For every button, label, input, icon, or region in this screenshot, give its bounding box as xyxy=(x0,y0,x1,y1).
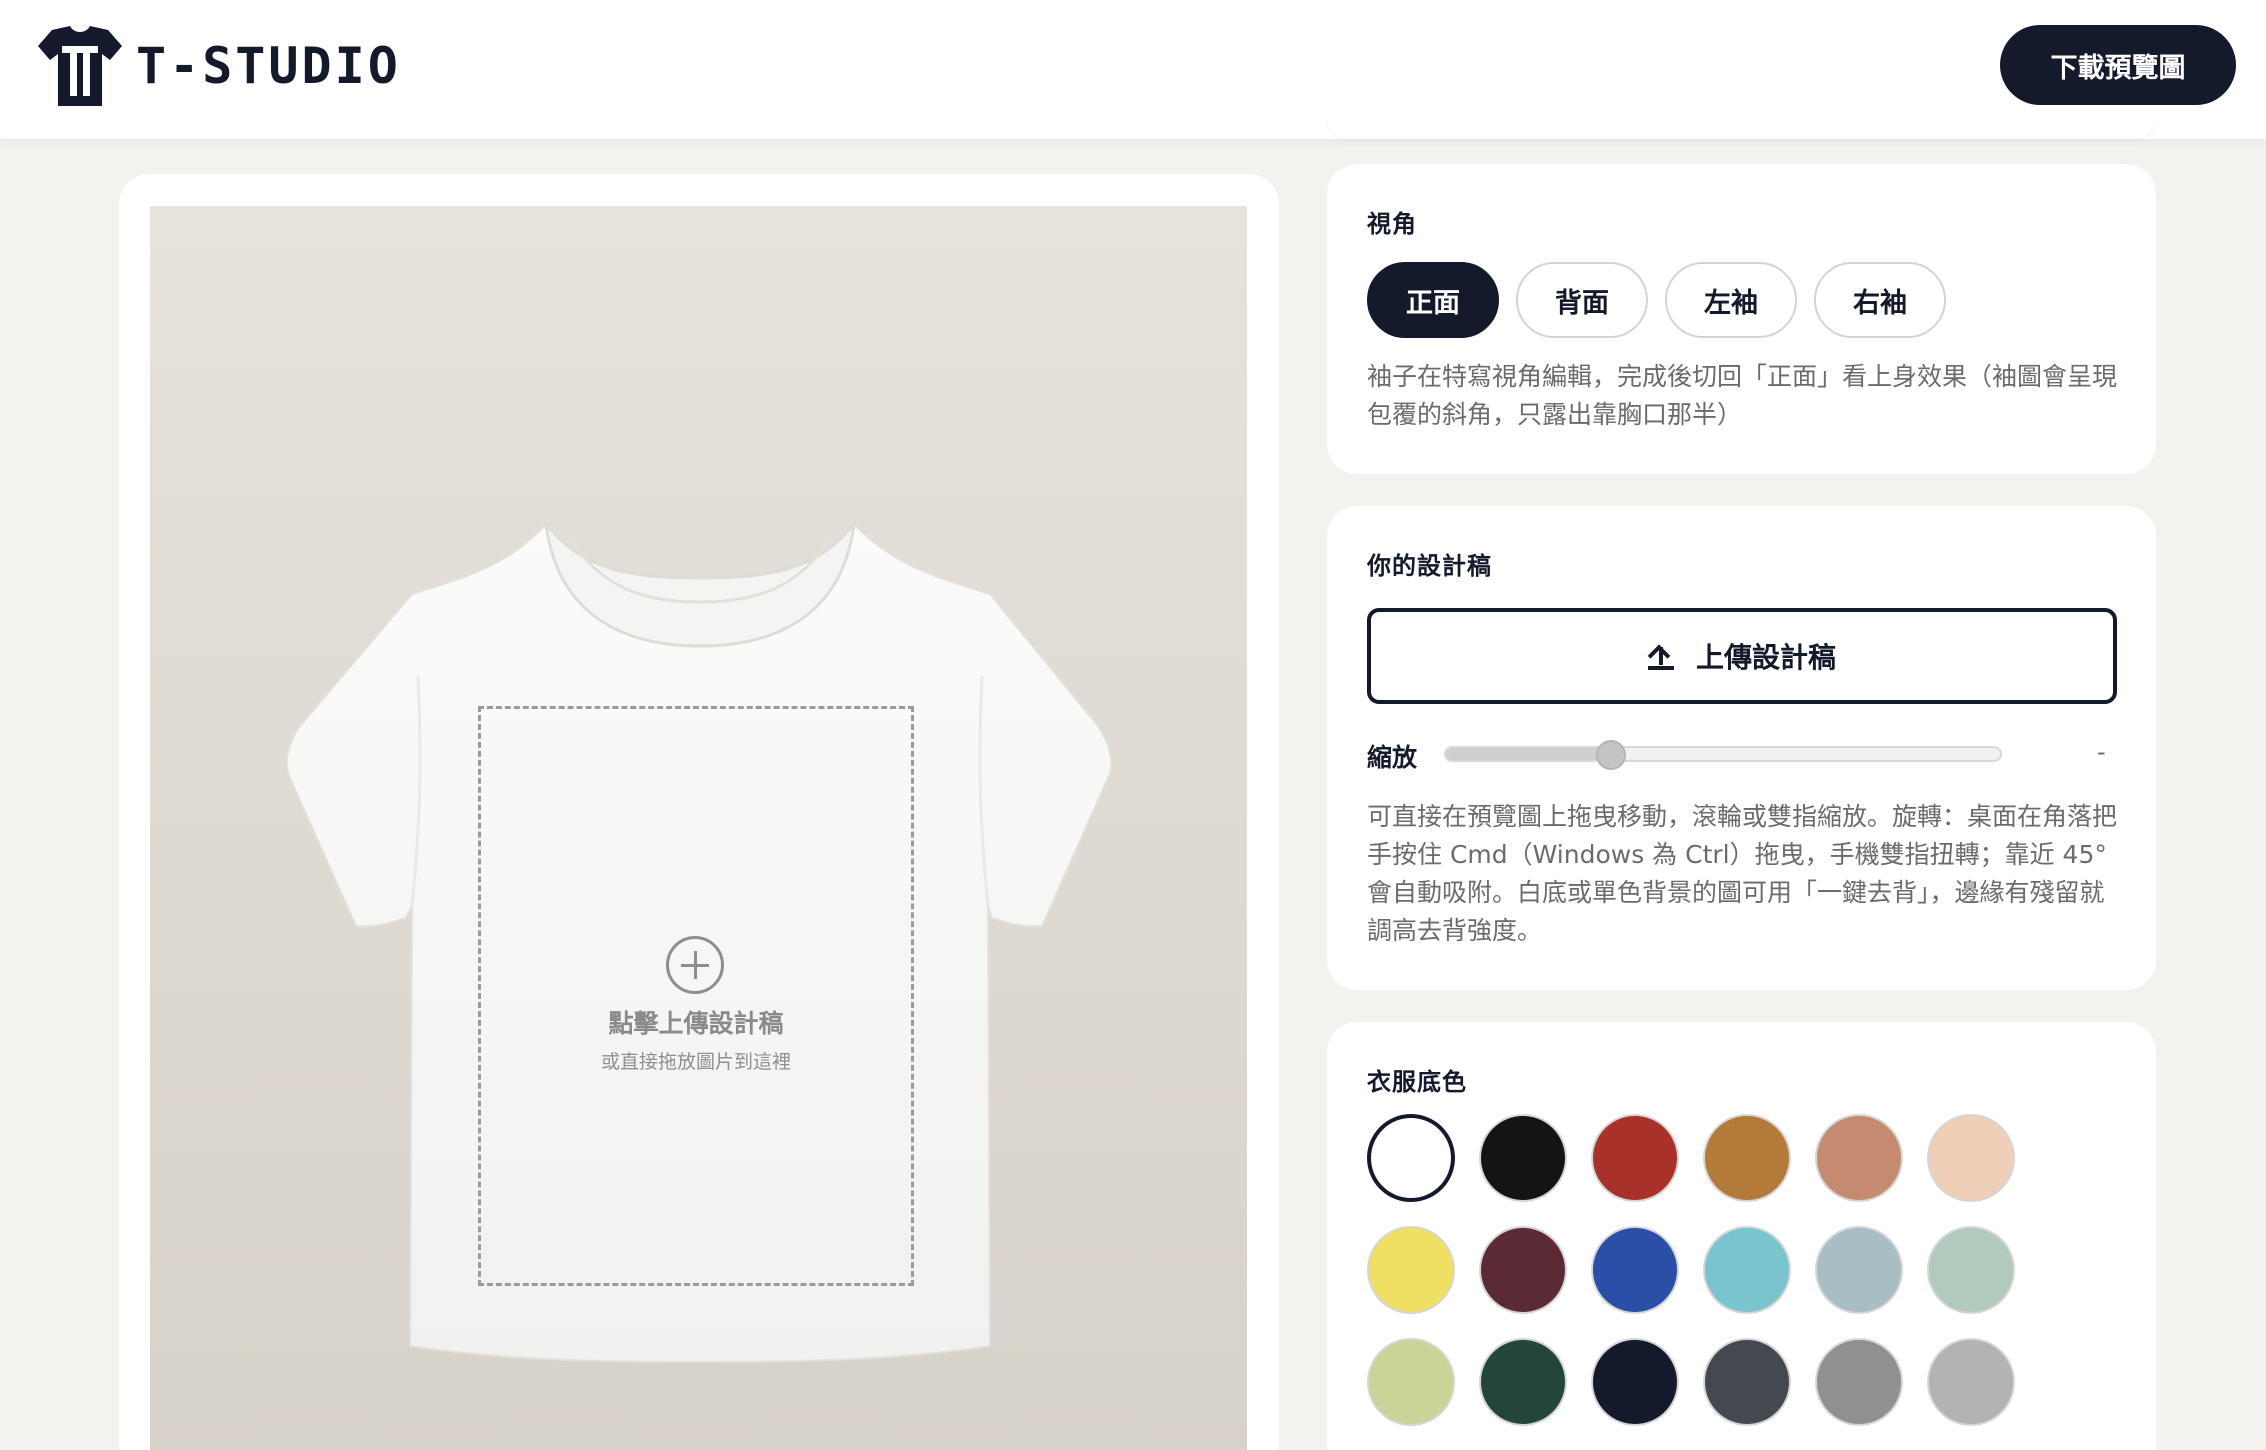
design-hint: 可直接在預覽圖上拖曳移動，滾輪或雙指縮放。旋轉：桌面在角落把手按住 Cmd（Wi… xyxy=(1367,802,2118,945)
view-angle-title: 視角 xyxy=(1367,210,1417,238)
color-swatch[interactable] xyxy=(1591,1226,1679,1314)
tab-right-sleeve[interactable]: 右袖 xyxy=(1814,262,1946,338)
shirt-color-panel: 衣服底色 xyxy=(1327,1022,2156,1450)
zoom-slider-track[interactable] xyxy=(1444,746,2002,762)
download-preview-button[interactable]: 下載預覽圖 xyxy=(2000,25,2236,105)
color-swatch[interactable] xyxy=(1367,1114,1455,1202)
color-swatch[interactable] xyxy=(1815,1226,1903,1314)
design-panel-title: 你的設計稿 xyxy=(1367,552,1492,580)
color-swatch[interactable] xyxy=(1479,1114,1567,1202)
color-swatch[interactable] xyxy=(1367,1226,1455,1314)
color-swatch[interactable] xyxy=(1591,1338,1679,1426)
upload-design-label: 上傳設計稿 xyxy=(1695,641,1836,674)
collapsed-panel-edge xyxy=(1327,118,2156,138)
color-swatch[interactable] xyxy=(1703,1226,1791,1314)
zoom-label: 縮放 xyxy=(1367,743,1418,772)
view-angle-hint: 袖子在特寫視角編輯，完成後切回「正面」看上身效果（袖圖會呈現包覆的斜角，只露出靠… xyxy=(1367,362,2118,429)
drop-zone-title[interactable]: 點擊上傳設計稿 xyxy=(500,1004,892,1040)
color-swatch[interactable] xyxy=(1927,1226,2015,1314)
tab-left-sleeve[interactable]: 左袖 xyxy=(1665,262,1797,338)
color-swatch[interactable] xyxy=(1591,1114,1679,1202)
zoom-value: - xyxy=(2097,738,2106,766)
color-swatch[interactable] xyxy=(1479,1338,1567,1426)
color-swatch[interactable] xyxy=(1479,1226,1567,1314)
zoom-slider-fill xyxy=(1446,748,1614,760)
color-swatch[interactable] xyxy=(1703,1338,1791,1426)
design-panel: 你的設計稿 上傳設計稿 縮放 - 可直接在預覽圖上拖曳移動，滾輪或雙指縮放。旋轉… xyxy=(1327,506,2156,990)
tab-back[interactable]: 背面 xyxy=(1516,262,1648,338)
brand-logo[interactable]: T-STUDIO xyxy=(36,24,401,108)
tab-front[interactable]: 正面 xyxy=(1367,262,1499,338)
color-swatch[interactable] xyxy=(1703,1114,1791,1202)
view-angle-tabs: 正面 背面 左袖 右袖 xyxy=(1367,262,1963,338)
upload-arrow-icon xyxy=(1647,643,1674,670)
design-drop-zone[interactable] xyxy=(478,706,914,1286)
upload-design-button[interactable]: 上傳設計稿 xyxy=(1367,608,2117,704)
color-swatch[interactable] xyxy=(1815,1338,1903,1426)
brand-name: T-STUDIO xyxy=(136,37,401,95)
tshirt-logo-icon xyxy=(38,26,122,106)
zoom-slider-thumb[interactable] xyxy=(1596,740,1627,770)
shirt-color-title: 衣服底色 xyxy=(1367,1068,1467,1096)
color-swatch[interactable] xyxy=(1927,1338,2015,1426)
drop-zone-subtitle: 或直接拖放圖片到這裡 xyxy=(600,1051,791,1073)
color-swatch[interactable] xyxy=(1815,1114,1903,1202)
view-angle-panel: 視角 正面 背面 左袖 右袖 袖子在特寫視角編輯，完成後切回「正面」看上身效果（… xyxy=(1327,164,2156,474)
color-swatch[interactable] xyxy=(1367,1338,1455,1426)
color-swatch[interactable] xyxy=(1927,1114,2015,1202)
add-circle-icon[interactable] xyxy=(666,936,724,994)
